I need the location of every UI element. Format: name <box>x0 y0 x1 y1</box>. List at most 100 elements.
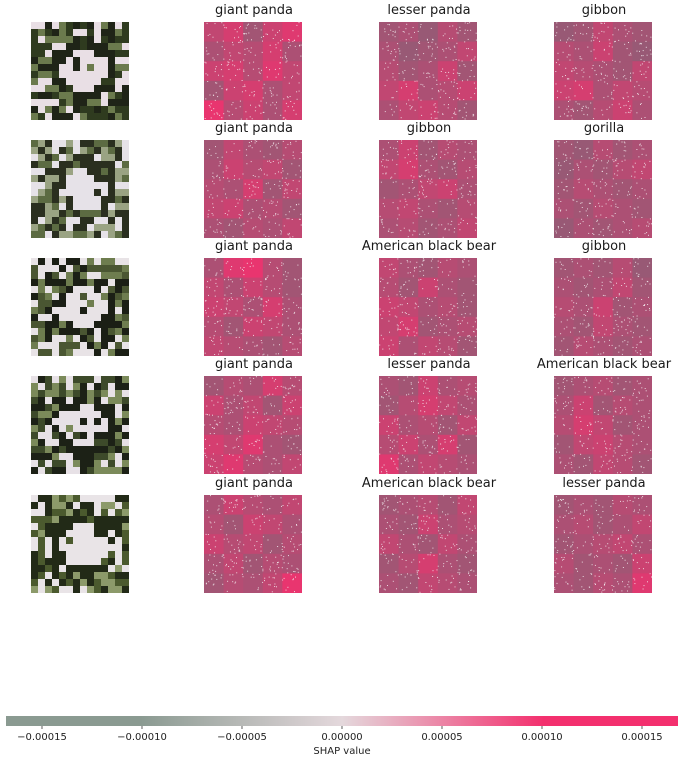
edge-overlay-dot <box>440 261 442 263</box>
edge-overlay-dot <box>392 231 394 233</box>
edge-overlay-dot <box>260 112 262 114</box>
edge-overlay-dot <box>421 263 423 265</box>
photo-pixel <box>52 92 59 99</box>
edge-overlay-dot <box>230 568 232 570</box>
edge-overlay-dot <box>431 589 433 591</box>
edge-overlay-dot <box>204 448 206 450</box>
edge-overlay-dot <box>289 459 291 461</box>
shap-superpixel <box>243 415 264 436</box>
edge-overlay-dot <box>392 580 394 582</box>
edge-overlay-dot <box>453 395 455 397</box>
edge-overlay-dot <box>615 160 617 162</box>
edge-overlay-dot <box>464 459 466 461</box>
edge-overlay-dot <box>414 230 416 232</box>
edge-overlay-dot <box>465 512 467 514</box>
shap-superpixel <box>593 454 614 474</box>
edge-overlay-dot <box>386 471 388 472</box>
edge-overlay-dot <box>253 377 255 379</box>
edge-overlay-dot <box>226 303 228 305</box>
edge-overlay-dot <box>438 389 440 391</box>
edge-overlay-dot <box>278 162 279 164</box>
edge-overlay-dot <box>386 282 388 284</box>
class-explanation-cell: giant panda <box>174 0 334 120</box>
edge-overlay-dot <box>597 80 599 82</box>
photo-pixel <box>52 432 59 439</box>
edge-overlay-dot <box>216 41 218 43</box>
edge-overlay-dot <box>240 26 241 27</box>
edge-overlay-dot <box>441 466 443 468</box>
edge-overlay-dot <box>472 326 474 328</box>
photo-pixel <box>52 293 59 300</box>
edge-overlay-dot <box>413 187 415 189</box>
photo-pixel <box>52 516 59 523</box>
photo-pixel <box>73 64 80 71</box>
photo-pixel <box>101 71 108 78</box>
edge-overlay-dot <box>430 330 432 331</box>
edge-overlay-dot <box>448 288 450 290</box>
edge-overlay-dot <box>256 27 258 29</box>
edge-overlay-dot <box>208 105 210 106</box>
photo-pixel <box>52 140 59 147</box>
edge-overlay-dot <box>577 224 579 226</box>
photo-pixel <box>45 411 52 418</box>
shap-heatmap <box>204 376 302 474</box>
edge-overlay-dot <box>625 78 627 80</box>
edge-overlay-dot <box>434 157 436 159</box>
edge-overlay-dot <box>383 498 385 500</box>
edge-overlay-dot <box>465 115 467 117</box>
photo-pixel <box>31 78 38 85</box>
photo-pixel <box>80 22 87 29</box>
shap-heatmap <box>554 258 652 356</box>
edge-overlay-dot <box>470 185 472 187</box>
edge-overlay-dot <box>633 332 634 334</box>
edge-overlay-dot <box>423 507 425 509</box>
edge-overlay-dot <box>438 391 440 393</box>
edge-overlay-dot <box>599 470 601 472</box>
edge-overlay-dot <box>240 214 242 216</box>
edge-overlay-dot <box>288 308 290 310</box>
edge-overlay-dot <box>297 458 299 460</box>
photo-pixel <box>122 203 129 210</box>
edge-overlay-dot <box>636 403 638 405</box>
edge-overlay-dot <box>564 113 565 115</box>
input-photo <box>31 22 129 120</box>
photo-pixel <box>38 390 45 397</box>
edge-overlay-dot <box>229 401 231 403</box>
photo-pixel <box>66 397 73 404</box>
photo-pixel <box>59 29 66 36</box>
edge-overlay-dot <box>227 261 229 263</box>
edge-overlay-dot <box>636 396 638 398</box>
edge-overlay-dot <box>453 113 455 115</box>
edge-overlay-dot <box>464 313 466 315</box>
edge-overlay-dot <box>647 225 649 227</box>
edge-overlay-dot <box>634 421 636 422</box>
edge-overlay-dot <box>571 70 573 72</box>
photo-pixel <box>94 404 101 411</box>
edge-overlay-dot <box>291 219 293 220</box>
photo-pixel <box>94 544 101 551</box>
edge-overlay-dot <box>236 504 238 506</box>
edge-overlay-dot <box>266 560 268 562</box>
edge-overlay-dot <box>416 49 418 50</box>
edge-overlay-dot <box>300 454 302 455</box>
edge-overlay-dot <box>412 465 414 467</box>
edge-overlay-dot <box>588 225 590 227</box>
edge-overlay-dot <box>216 301 218 303</box>
edge-overlay-dot <box>394 315 396 317</box>
edge-overlay-dot <box>620 321 622 323</box>
edge-overlay-dot <box>255 518 257 520</box>
edge-overlay-dot <box>562 264 564 266</box>
edge-overlay-dot <box>264 23 266 25</box>
edge-overlay-dot <box>578 344 580 346</box>
photo-pixel <box>115 537 122 544</box>
edge-overlay-dot <box>413 523 415 525</box>
edge-overlay-dot <box>386 79 388 81</box>
edge-overlay-dot <box>433 413 435 415</box>
edge-overlay-dot <box>223 113 225 115</box>
edge-overlay-dot <box>440 319 442 320</box>
edge-overlay-dot <box>464 41 466 43</box>
edge-overlay-dot <box>269 153 271 155</box>
photo-pixel <box>108 189 115 196</box>
edge-overlay-dot <box>249 266 251 268</box>
edge-overlay-dot <box>244 506 246 508</box>
